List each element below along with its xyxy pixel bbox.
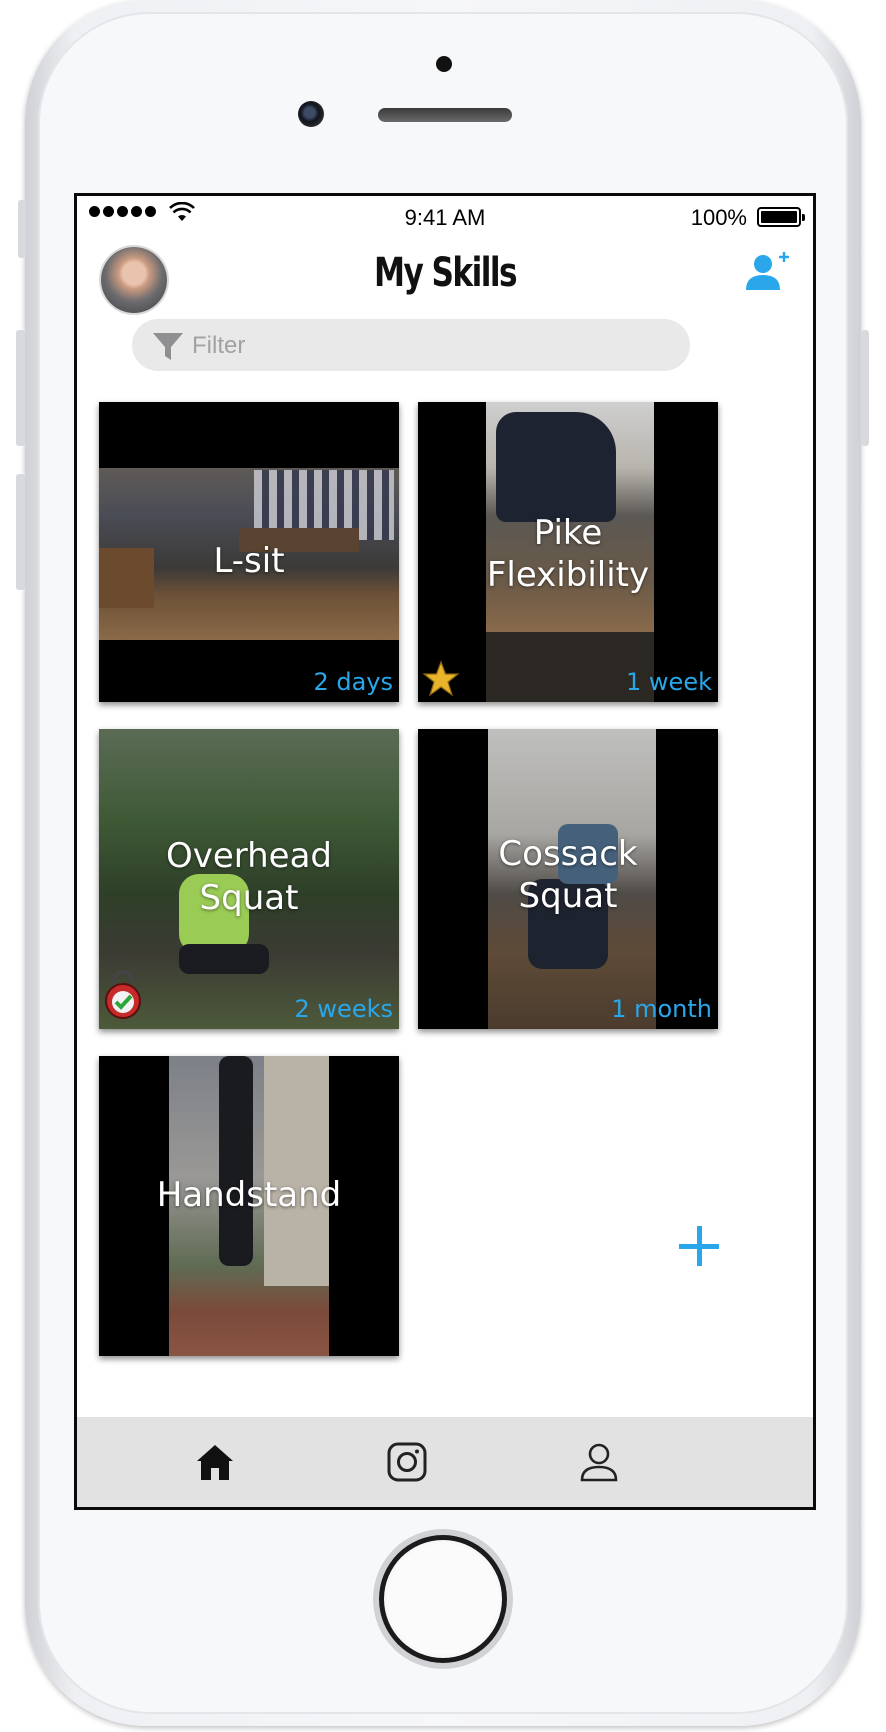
skill-tile-overhead-squat[interactable]: Overhead Squat 2 weeks (99, 729, 399, 1029)
home-button[interactable] (379, 1535, 507, 1663)
filter-input[interactable] (190, 319, 664, 373)
skill-tile-pike-flexibility[interactable]: Pike Flexibility 1 week (418, 402, 718, 702)
tab-profile[interactable] (574, 1437, 624, 1487)
add-friend-icon[interactable] (743, 248, 793, 294)
skill-tile-l-sit[interactable]: L-sit 2 days (99, 402, 399, 702)
skill-name: Overhead Squat (165, 836, 333, 918)
add-skill-button[interactable] (677, 1224, 721, 1268)
skill-time-ago: 1 week (626, 668, 712, 696)
skill-time-ago: 1 month (611, 995, 712, 1023)
filter-icon (153, 333, 183, 360)
skill-name: Pike Flexibility (486, 513, 650, 595)
page-title: My Skills (373, 250, 518, 296)
front-camera (298, 101, 324, 127)
skill-name: Cossack Squat (498, 834, 638, 916)
tab-bar (77, 1417, 813, 1507)
power-button (861, 330, 869, 446)
home-icon (197, 1445, 233, 1480)
mute-switch (18, 200, 26, 258)
skill-name: Handstand (156, 1175, 342, 1215)
skill-name: L-sit (213, 541, 285, 581)
filter-bar[interactable] (132, 319, 690, 373)
status-bar: 9:41 AM 100% (77, 196, 813, 238)
app-screen: 9:41 AM 100% My Skills L-sit 2 days Pike… (74, 193, 816, 1510)
tab-instagram[interactable] (382, 1437, 432, 1487)
skill-time-ago: 2 days (313, 668, 393, 696)
volume-up-button (16, 330, 25, 446)
proximity-sensor (436, 56, 452, 72)
kettlebell-check-icon (105, 969, 141, 1019)
star-icon (422, 660, 460, 697)
skill-tile-handstand[interactable]: Handstand (99, 1056, 399, 1356)
battery-icon (757, 207, 805, 227)
volume-down-button (16, 474, 25, 590)
profile-icon (580, 1443, 618, 1482)
skill-time-ago: 2 weeks (294, 995, 393, 1023)
instagram-icon (387, 1442, 427, 1482)
skill-tile-cossack-squat[interactable]: Cossack Squat 1 month (418, 729, 718, 1029)
earpiece-speaker (378, 108, 512, 122)
battery-percentage: 100% (690, 205, 747, 230)
tab-home[interactable] (190, 1437, 240, 1487)
